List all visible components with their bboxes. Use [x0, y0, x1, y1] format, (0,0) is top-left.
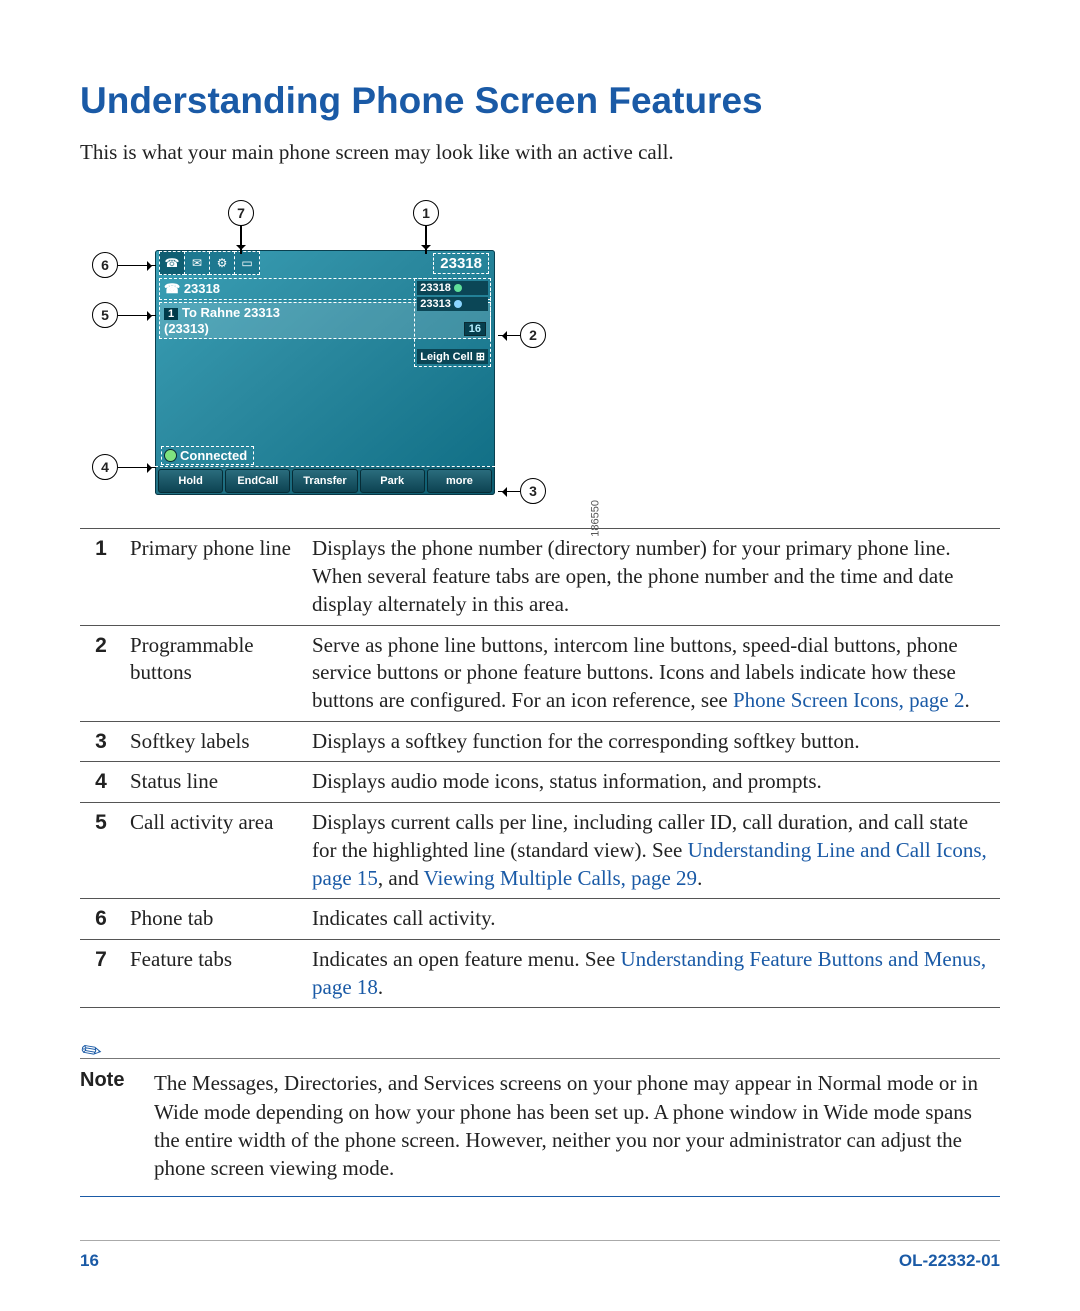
legend-name: Feature tabs — [126, 939, 308, 1007]
phone-top-bar: ☎ ✉ ⚙ ▭ 23318 — [155, 250, 495, 276]
legend-desc: Indicates an open feature menu. See Unde… — [308, 939, 1000, 1007]
footer-rule — [80, 1240, 1000, 1241]
prog-button-label: 23318 — [420, 282, 451, 294]
softkey: Park — [360, 469, 425, 493]
table-row: 5 Call activity area Displays current ca… — [80, 803, 1000, 899]
legend-name: Softkey labels — [126, 721, 308, 762]
legend-desc: Displays a softkey function for the corr… — [308, 721, 1000, 762]
table-row: 4 Status line Displays audio mode icons,… — [80, 762, 1000, 803]
page-footer: 16 OL-22332-01 — [80, 1251, 1000, 1271]
note-label: Note — [80, 1069, 136, 1182]
legend-name: Status line — [126, 762, 308, 803]
note-text: The Messages, Directories, and Services … — [154, 1069, 1000, 1182]
table-row: 1 Primary phone line Displays the phone … — [80, 529, 1000, 625]
call-index: 1 — [164, 308, 178, 320]
intro-text: This is what your main phone screen may … — [80, 138, 1000, 166]
callout-3: 3 — [498, 478, 546, 504]
softkey: EndCall — [225, 469, 290, 493]
callout-7: 7 — [228, 200, 254, 254]
callout-2: 2 — [498, 322, 546, 348]
callout-arrow-icon — [498, 491, 520, 493]
callout-number: 4 — [92, 454, 118, 480]
legend-desc: Displays the phone number (directory num… — [308, 529, 1000, 625]
line-status-icon — [454, 300, 462, 308]
callout-arrow-icon — [498, 335, 520, 337]
table-row: 6 Phone tab Indicates call activity. — [80, 899, 1000, 940]
programmable-button: 23313 — [417, 297, 488, 311]
legend-text: . — [965, 688, 970, 712]
phone-screen: ☎ ✉ ⚙ ▭ 23318 ☎ 23318 1 To Rahne 23313 (2… — [155, 250, 495, 495]
cross-ref-link[interactable]: Phone Screen Icons, page 2 — [733, 688, 965, 712]
section-heading: Understanding Phone Screen Features — [80, 80, 1000, 122]
line-label: 23318 — [184, 281, 220, 296]
page: Understanding Phone Screen Features This… — [0, 0, 1080, 1311]
softkey: Transfer — [292, 469, 357, 493]
programmable-button: 23318 — [417, 281, 488, 295]
callout-number: 2 — [520, 322, 546, 348]
feature-tabs: ☎ ✉ ⚙ ▭ — [159, 251, 259, 275]
legend-num: 3 — [80, 721, 126, 762]
line-status-icon — [454, 284, 462, 292]
legend-num: 2 — [80, 625, 126, 721]
callout-number: 6 — [92, 252, 118, 278]
feature-tab-icon: ▭ — [234, 251, 260, 275]
legend-num: 6 — [80, 899, 126, 940]
callout-number: 5 — [92, 302, 118, 328]
document-id: OL-22332-01 — [899, 1251, 1000, 1271]
prog-button-label: Leigh Cell — [420, 351, 473, 363]
callout-arrow-icon — [118, 315, 156, 317]
phone-tab-icon: ☎ — [159, 251, 185, 275]
legend-name: Call activity area — [126, 803, 308, 899]
cross-ref-link[interactable]: Viewing Multiple Calls, page 29 — [424, 866, 697, 890]
figure-id: 186550 — [590, 500, 602, 537]
legend-desc: Displays current calls per line, includi… — [308, 803, 1000, 899]
callout-5: 5 — [92, 302, 156, 328]
legend-table: 1 Primary phone line Displays the phone … — [80, 528, 1000, 1008]
feature-tab-icon: ⚙ — [209, 251, 235, 275]
pencil-icon: ✎ — [76, 1034, 109, 1069]
callout-number: 7 — [228, 200, 254, 226]
status-line: Connected — [161, 446, 254, 465]
callout-number: 1 — [413, 200, 439, 226]
legend-name: Phone tab — [126, 899, 308, 940]
call-to: To Rahne 23313 — [182, 305, 280, 320]
callout-1: 1 — [413, 200, 439, 254]
legend-num: 7 — [80, 939, 126, 1007]
legend-text: . — [697, 866, 702, 890]
legend-num: 1 — [80, 529, 126, 625]
legend-name: Programmable buttons — [126, 625, 308, 721]
primary-line-number: 23318 — [433, 253, 489, 274]
table-row: 3 Softkey labels Displays a softkey func… — [80, 721, 1000, 762]
legend-desc: Serve as phone line buttons, intercom li… — [308, 625, 1000, 721]
callout-6: 6 — [92, 252, 156, 278]
call-number: (23313) — [164, 321, 280, 336]
legend-text: . — [378, 975, 383, 999]
programmable-button: Leigh Cell ⊞ — [417, 349, 488, 364]
softkey: more — [427, 469, 492, 493]
legend-desc: Indicates call activity. — [308, 899, 1000, 940]
note-block: ✎ Note The Messages, Directories, and Se… — [80, 1058, 1000, 1197]
legend-desc: Displays audio mode icons, status inform… — [308, 762, 1000, 803]
page-number: 16 — [80, 1251, 99, 1271]
softkey: Hold — [158, 469, 223, 493]
phone-screen-figure: ☎ ✉ ⚙ ▭ 23318 ☎ 23318 1 To Rahne 23313 (2… — [80, 190, 560, 500]
table-row: 2 Programmable buttons Serve as phone li… — [80, 625, 1000, 721]
legend-text: Indicates an open feature menu. See — [312, 947, 620, 971]
callout-number: 3 — [520, 478, 546, 504]
programmable-buttons-area: 23318 23313 Leigh Cell ⊞ — [414, 278, 491, 367]
callout-4: 4 — [92, 454, 156, 480]
softkey-bar: Hold EndCall Transfer Park more — [155, 466, 495, 495]
callout-arrow-icon — [118, 467, 156, 469]
legend-name: Primary phone line — [126, 529, 308, 625]
legend-text: , and — [378, 866, 424, 890]
prog-button-label: 23313 — [420, 298, 451, 310]
legend-num: 4 — [80, 762, 126, 803]
callout-arrow-icon — [118, 265, 156, 267]
table-row: 7 Feature tabs Indicates an open feature… — [80, 939, 1000, 1007]
legend-num: 5 — [80, 803, 126, 899]
feature-tab-icon: ✉ — [184, 251, 210, 275]
